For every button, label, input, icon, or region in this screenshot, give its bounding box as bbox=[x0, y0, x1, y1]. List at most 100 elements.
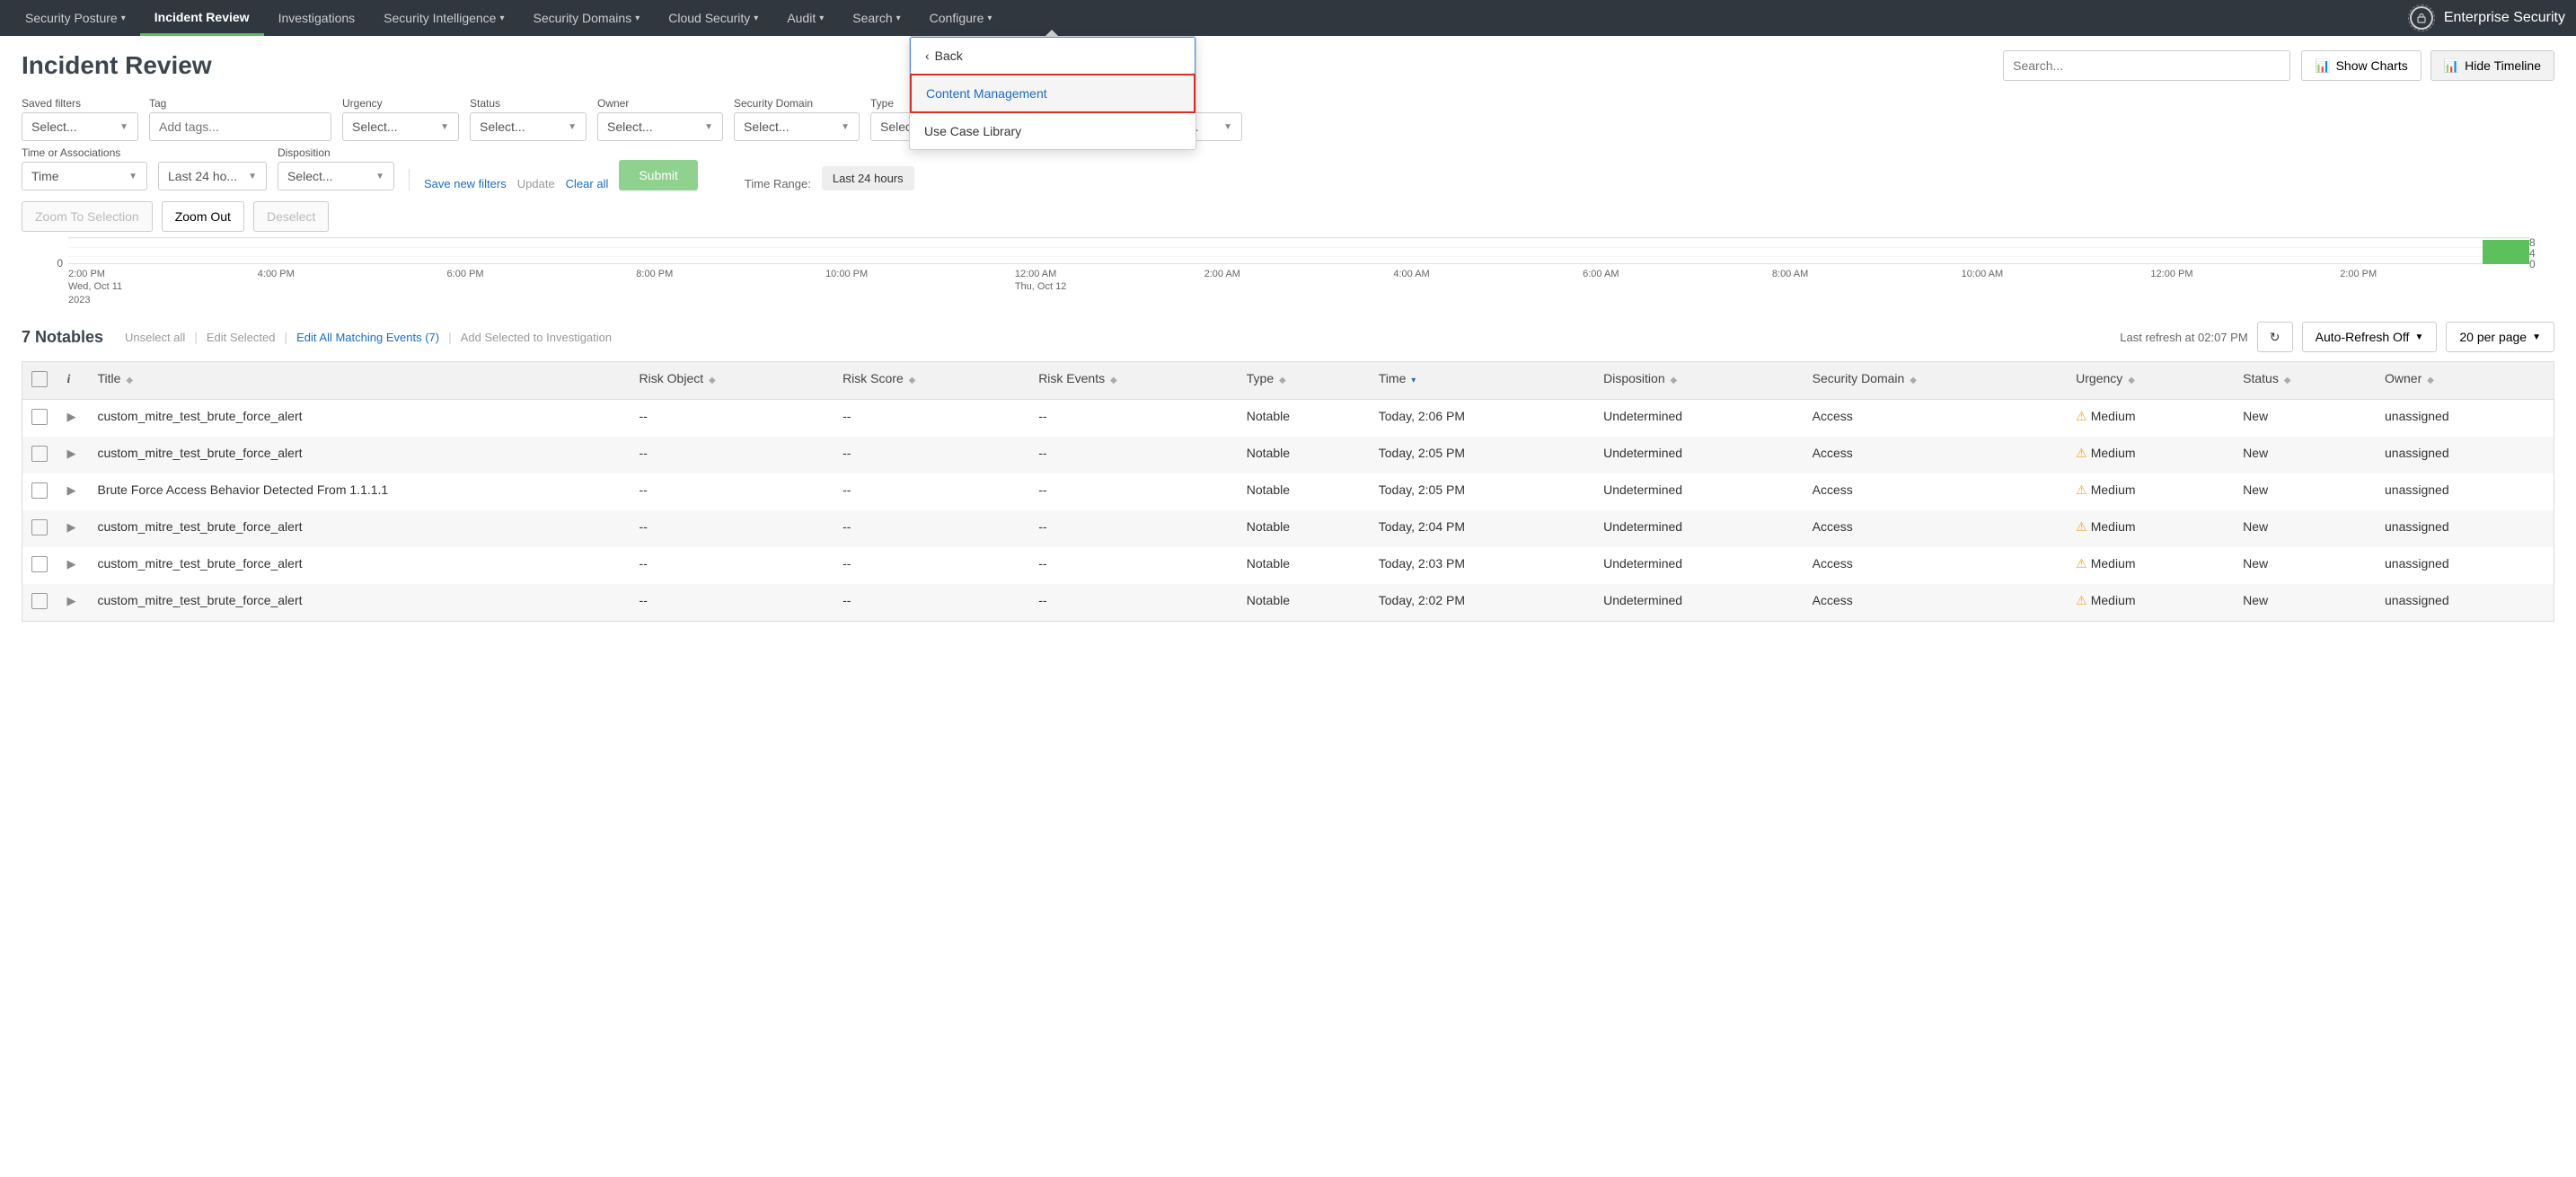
popover-back-label: Back bbox=[935, 49, 963, 63]
expand-row-icon[interactable]: ▶ bbox=[67, 594, 76, 607]
expand-row-icon[interactable]: ▶ bbox=[67, 520, 76, 534]
warning-icon: ⚠ bbox=[2076, 446, 2087, 460]
expand-row-icon[interactable]: ▶ bbox=[67, 410, 76, 423]
th-disposition[interactable]: Disposition ◆ bbox=[1594, 362, 1803, 400]
timeline-bar[interactable] bbox=[2483, 240, 2529, 264]
refresh-button[interactable]: ↻ bbox=[2257, 322, 2293, 352]
timeline-tick: 6:00 PM bbox=[447, 268, 637, 306]
th-status[interactable]: Status ◆ bbox=[2234, 362, 2376, 400]
nav-incident-review[interactable]: Incident Review bbox=[140, 0, 264, 36]
time-range-picker[interactable]: Last 24 ho...▼ bbox=[158, 162, 267, 190]
cell-disposition: Undetermined bbox=[1594, 473, 1803, 510]
timeline-plot[interactable]: 2:00 PMWed, Oct 1120234:00 PM6:00 PM8:00… bbox=[68, 237, 2529, 309]
row-checkbox[interactable] bbox=[31, 409, 48, 425]
nav-cloud-security[interactable]: Cloud Security▾ bbox=[654, 0, 772, 36]
tag-input[interactable] bbox=[149, 112, 331, 141]
nav-security-intelligence[interactable]: Security Intelligence▾ bbox=[369, 0, 518, 36]
show-charts-button[interactable]: 📊 Show Charts bbox=[2301, 50, 2422, 81]
time-assoc-select[interactable]: Time▼ bbox=[22, 162, 147, 190]
security-domain-select[interactable]: Select...▼ bbox=[734, 112, 860, 141]
popover-content-management[interactable]: Content Management bbox=[910, 74, 1195, 113]
timeline-tick: 10:00 AM bbox=[1962, 268, 2151, 306]
cell-status: New bbox=[2234, 584, 2376, 622]
select-all-checkbox[interactable] bbox=[31, 371, 48, 387]
zoom-out-button[interactable]: Zoom Out bbox=[162, 201, 244, 232]
sort-icon: ◆ bbox=[126, 376, 133, 385]
edit-selected-link: Edit Selected bbox=[207, 331, 276, 344]
th-urgency[interactable]: Urgency ◆ bbox=[2067, 362, 2234, 400]
caret-down-icon: ▾ bbox=[754, 13, 758, 23]
clear-all-link[interactable]: Clear all bbox=[566, 177, 609, 190]
urgency-select[interactable]: Select...▼ bbox=[342, 112, 459, 141]
cell-owner: unassigned bbox=[2376, 547, 2554, 584]
cell-risk-object: -- bbox=[631, 584, 834, 622]
th-type[interactable]: Type ◆ bbox=[1238, 362, 1370, 400]
cell-urgency: ⚠Medium bbox=[2067, 473, 2234, 510]
edit-all-matching-link[interactable]: Edit All Matching Events (7) bbox=[296, 331, 439, 344]
page-header: Incident Review 📊 Show Charts 📊 Hide Tim… bbox=[22, 50, 2554, 81]
table-row: ▶custom_mitre_test_brute_force_alert----… bbox=[22, 547, 2554, 584]
auto-refresh-label: Auto-Refresh Off bbox=[2316, 330, 2410, 344]
sort-icon: ◆ bbox=[909, 376, 916, 385]
cell-risk-score: -- bbox=[834, 437, 1029, 473]
nav-configure[interactable]: Configure▾ bbox=[915, 0, 1007, 36]
cell-risk-score: -- bbox=[834, 547, 1029, 584]
time-range-value: Last 24 hours bbox=[822, 166, 914, 190]
expand-row-icon[interactable]: ▶ bbox=[67, 447, 76, 460]
cell-risk-events: -- bbox=[1029, 510, 1238, 547]
caret-down-icon: ▼ bbox=[693, 122, 713, 132]
row-checkbox[interactable] bbox=[31, 482, 48, 499]
nav-investigations[interactable]: Investigations bbox=[264, 0, 370, 36]
warning-icon: ⚠ bbox=[2076, 409, 2087, 423]
caret-down-icon: ▾ bbox=[896, 13, 901, 23]
popover-item-label: Use Case Library bbox=[924, 124, 1021, 138]
timeline-chart[interactable]: 0 2:00 PMWed, Oct 1120234:00 PM6:00 PM8:… bbox=[22, 237, 2554, 309]
brand-label: Enterprise Security bbox=[2444, 10, 2565, 26]
cell-security-domain: Access bbox=[1804, 473, 2068, 510]
per-page-select[interactable]: 20 per page ▼ bbox=[2446, 322, 2554, 352]
cell-risk-events: -- bbox=[1029, 547, 1238, 584]
popover-use-case-library[interactable]: Use Case Library bbox=[910, 113, 1195, 149]
timeline-tick: 8:00 PM bbox=[636, 268, 825, 306]
row-checkbox[interactable] bbox=[31, 593, 48, 609]
row-checkbox[interactable] bbox=[31, 519, 48, 535]
save-filters-link[interactable]: Save new filters bbox=[424, 177, 507, 190]
cell-time: Today, 2:02 PM bbox=[1370, 584, 1594, 622]
cell-disposition: Undetermined bbox=[1594, 437, 1803, 473]
th-risk-score[interactable]: Risk Score ◆ bbox=[834, 362, 1029, 400]
cell-urgency: ⚠Medium bbox=[2067, 547, 2234, 584]
owner-select[interactable]: Select...▼ bbox=[597, 112, 723, 141]
brand[interactable]: Enterprise Security bbox=[2410, 6, 2565, 30]
row-checkbox[interactable] bbox=[31, 556, 48, 572]
search-input[interactable] bbox=[2003, 50, 2290, 81]
popover-back[interactable]: ‹ Back bbox=[910, 37, 1195, 75]
saved-filters-select[interactable]: Select...▼ bbox=[22, 112, 138, 141]
cell-disposition: Undetermined bbox=[1594, 584, 1803, 622]
cell-urgency: ⚠Medium bbox=[2067, 437, 2234, 473]
nav-search[interactable]: Search▾ bbox=[838, 0, 914, 36]
submit-button[interactable]: Submit bbox=[619, 160, 698, 190]
nav-security-posture[interactable]: Security Posture▾ bbox=[11, 0, 140, 36]
row-checkbox[interactable] bbox=[31, 446, 48, 462]
hide-timeline-button[interactable]: 📊 Hide Timeline bbox=[2430, 50, 2554, 81]
th-security-domain[interactable]: Security Domain ◆ bbox=[1804, 362, 2068, 400]
th-risk-events[interactable]: Risk Events ◆ bbox=[1029, 362, 1238, 400]
info-icon[interactable]: i bbox=[67, 373, 71, 386]
add-to-investigation-link: Add Selected to Investigation bbox=[461, 331, 612, 344]
select-value: Select... bbox=[744, 119, 790, 134]
expand-row-icon[interactable]: ▶ bbox=[67, 557, 76, 571]
status-select[interactable]: Select...▼ bbox=[470, 112, 587, 141]
expand-row-icon[interactable]: ▶ bbox=[67, 483, 76, 497]
th-owner[interactable]: Owner ◆ bbox=[2376, 362, 2554, 400]
th-risk-object[interactable]: Risk Object ◆ bbox=[631, 362, 834, 400]
th-time[interactable]: Time ▾ bbox=[1370, 362, 1594, 400]
cell-title: custom_mitre_test_brute_force_alert bbox=[89, 437, 631, 473]
nav-audit[interactable]: Audit▾ bbox=[772, 0, 838, 36]
cell-security-domain: Access bbox=[1804, 400, 2068, 438]
auto-refresh-select[interactable]: Auto-Refresh Off ▼ bbox=[2302, 322, 2438, 352]
th-title[interactable]: Title ◆ bbox=[89, 362, 631, 400]
disposition-select[interactable]: Select...▼ bbox=[278, 162, 394, 190]
cell-risk-object: -- bbox=[631, 510, 834, 547]
nav-security-domains[interactable]: Security Domains▾ bbox=[519, 0, 655, 36]
caret-down-icon: ▾ bbox=[819, 13, 824, 23]
